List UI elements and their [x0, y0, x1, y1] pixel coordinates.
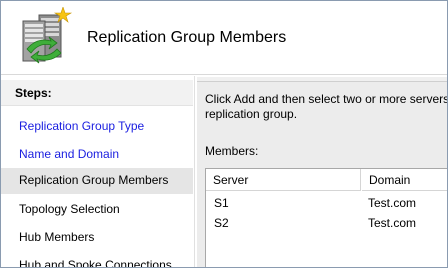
table-row[interactable]: S1 Test.com: [206, 193, 447, 213]
domain-cell: Test.com: [368, 196, 417, 210]
step-name-and-domain[interactable]: Name and Domain: [1, 142, 193, 168]
instructions-line-1: Click Add and then select two or more se…: [205, 92, 448, 106]
steps-panel: Steps: Replication Group Type Name and D…: [1, 76, 195, 268]
members-list[interactable]: Server Domain S1 Test.com S2 Test.com: [205, 168, 447, 267]
replication-server-icon: [17, 6, 73, 65]
wizard-header: Replication Group Members: [1, 1, 447, 75]
wizard-window: Replication Group Members Steps: Replica…: [0, 0, 448, 268]
step-topology-selection: Topology Selection: [19, 202, 120, 216]
table-row[interactable]: S2 Test.com: [206, 213, 447, 233]
content-body: Click Add and then select two or more se…: [197, 81, 448, 267]
content-panel: Click Add and then select two or more se…: [197, 76, 448, 267]
step-hub-members: Hub Members: [19, 230, 95, 244]
column-header-domain[interactable]: Domain: [362, 169, 447, 191]
column-header-server[interactable]: Server: [206, 169, 361, 191]
server-cell: S2: [214, 216, 229, 230]
instructions-text: Click Add and then select two or more se…: [205, 92, 448, 122]
page-title: Replication Group Members: [87, 29, 287, 46]
instructions-line-2: replication group.: [205, 107, 298, 121]
steps-heading: Steps:: [1, 80, 193, 106]
step-hub-and-spoke-connections: Hub and Spoke Connections: [19, 258, 172, 268]
step-replication-group-type[interactable]: Replication Group Type: [1, 114, 193, 140]
domain-cell: Test.com: [368, 216, 417, 230]
step-replication-group-members: Replication Group Members: [1, 168, 193, 194]
members-label: Members:: [205, 144, 259, 158]
server-cell: S1: [214, 196, 229, 210]
